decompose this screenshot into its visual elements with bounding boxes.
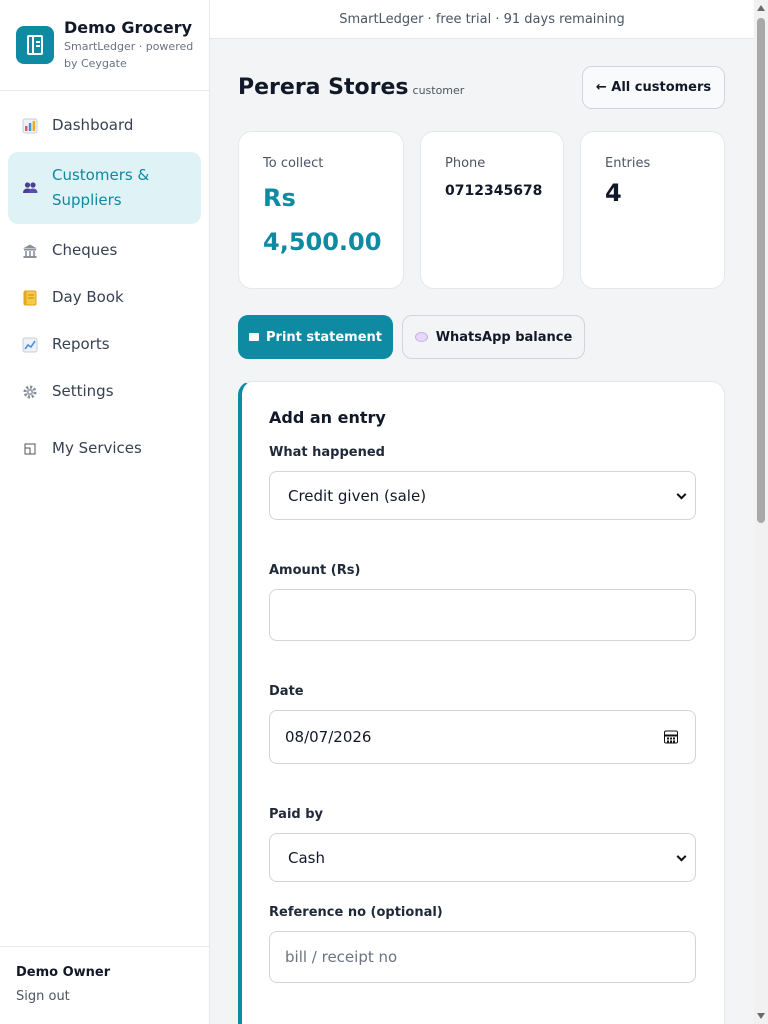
print-statement-label: Print statement [266,329,382,345]
trial-text: SmartLedger · free trial · 91 days remai… [339,11,625,27]
sidebar-item-dashboard[interactable]: Dashboard [8,102,201,149]
phone-label: Phone [445,156,486,171]
print-statement-button[interactable]: Print statement [238,315,393,359]
chevron-down-icon [676,489,687,500]
sidebar: Demo Grocery SmartLedger · powered by Ce… [0,0,210,1024]
date-value: 08/07/2026 [285,728,372,746]
form-title: Add an entry [269,408,386,427]
whatsapp-balance-label: WhatsApp balance [435,329,573,345]
user-name: Demo Owner [16,965,111,980]
entries-label: Entries [605,156,651,171]
line-chart-icon [22,337,38,353]
notebook-icon [22,290,38,306]
gear-icon [22,384,38,400]
chevron-down-icon [676,851,687,862]
calendar-icon[interactable] [664,730,678,744]
brand-name: Demo Grocery [64,18,193,37]
what-happened-value: Credit given (sale) [288,486,427,505]
date-label: Date [269,684,304,699]
people-icon [22,180,38,196]
what-happened-select[interactable]: Credit given (sale) [269,471,696,520]
reference-label: Reference no (optional) [269,905,443,920]
whatsapp-balance-button[interactable]: WhatsApp balance [402,315,585,359]
date-input[interactable]: 08/07/2026 [269,710,696,764]
sidebar-item-label: Customers & Suppliers [52,166,150,209]
printer-icon [249,333,259,341]
to-collect-label: To collect [263,156,324,171]
reference-input[interactable]: bill / receipt no [269,931,696,983]
brand-subtitle: SmartLedger · powered by Ceygate [64,40,194,70]
to-collect-card: To collect Rs 4,500.00 [238,131,404,289]
scroll-thumb[interactable] [757,18,765,523]
window-icon [22,441,38,457]
sidebar-item-my-services[interactable]: My Services [8,425,201,472]
what-happened-label: What happened [269,445,385,460]
amount-label: Amount (Rs) [269,563,361,578]
entries-card: Entries 4 [580,131,725,289]
phone-value: 0712345678 [445,183,543,199]
sidebar-item-cheques[interactable]: Cheques [8,227,201,274]
bank-icon [22,243,38,259]
sidebar-item-label: Settings [52,382,114,400]
amount-input[interactable] [269,589,696,641]
page-title: Perera Stores customer [238,75,464,100]
sidebar-item-label: Day Book [52,288,124,306]
sidebar-item-label: My Services [52,439,142,457]
paid-by-select[interactable]: Cash [269,833,696,882]
entries-value: 4 [605,179,622,207]
add-entry-form: Add an entry What happened Credit given … [238,381,725,1024]
phone-card: Phone 0712345678 [420,131,564,289]
sidebar-item-label: Cheques [52,241,118,259]
to-collect-value: Rs 4,500.00 [263,184,382,256]
sidebar-nav: Dashboard Customers & Suppliers Cheques … [0,91,209,472]
sign-out-link[interactable]: Sign out [16,989,193,1004]
ledger-book-icon [16,26,54,64]
speech-bubble-icon [414,332,428,342]
scroll-up-arrow-icon[interactable] [757,5,765,11]
bar-chart-icon [22,118,38,134]
trial-banner: SmartLedger · free trial · 91 days remai… [210,0,754,39]
customer-name: Perera Stores [238,75,409,100]
paid-by-label: Paid by [269,807,324,822]
paid-by-value: Cash [288,848,325,867]
reference-placeholder: bill / receipt no [285,948,398,966]
sidebar-item-label: Dashboard [52,116,134,134]
scroll-down-arrow-icon[interactable] [757,1013,765,1019]
sidebar-item-reports[interactable]: Reports [8,321,201,368]
sidebar-item-label: Reports [52,335,110,353]
user-footer: Demo Owner Sign out [0,946,209,1024]
all-customers-button[interactable]: ← All customers [582,66,725,109]
sidebar-item-customers-suppliers[interactable]: Customers & Suppliers [8,152,201,224]
page-scrollbar[interactable] [754,0,768,1024]
customer-type-tag: customer [412,84,465,97]
main-content: Perera Stores customer ← All customers To… [210,39,754,1024]
brand-header: Demo Grocery SmartLedger · powered by Ce… [0,0,209,91]
sidebar-item-day-book[interactable]: Day Book [8,274,201,321]
sidebar-item-settings[interactable]: Settings [8,368,201,415]
